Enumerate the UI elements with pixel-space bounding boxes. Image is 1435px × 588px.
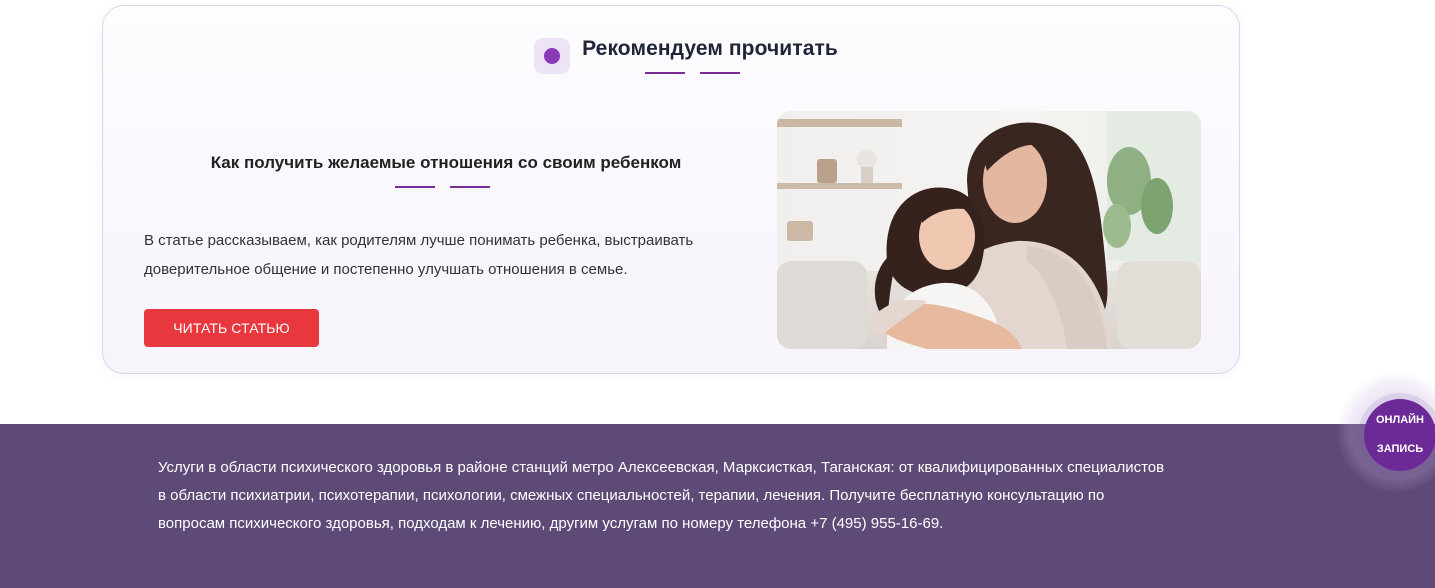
mother-and-daughter-photo — [777, 111, 1201, 349]
dot-icon-circle — [544, 47, 561, 64]
title-divider — [645, 72, 740, 74]
article-title: Как получить желаемые отношения со своим… — [210, 153, 682, 172]
divider-line-right — [700, 72, 740, 74]
dot-icon — [534, 37, 571, 74]
online-booking-label-line2: ЗАПИСЬ — [1376, 443, 1424, 455]
footer-services-text: Услуги в области психического здоровья в… — [158, 459, 1165, 532]
card-header: Рекомендуем прочитать — [103, 34, 1239, 74]
online-booking-label-line1: ОНЛАЙН — [1375, 414, 1424, 426]
divider-line-left — [645, 72, 685, 74]
recommended-reading-card: Рекомендуем прочитать Как получить желае… — [102, 5, 1240, 374]
online-booking-button[interactable]: ОНЛАЙН ЗАПИСЬ — [1364, 399, 1435, 471]
article-description: В статье рассказываем, как родителям луч… — [144, 232, 694, 278]
read-article-button[interactable]: ЧИТАТЬ СТАТЬЮ — [144, 309, 319, 347]
page: Рекомендуем прочитать Как получить желае… — [0, 0, 1435, 588]
footer: Услуги в области психического здоровья в… — [0, 424, 1435, 588]
section-title: Рекомендуем прочитать — [582, 37, 838, 60]
article-divider — [395, 186, 490, 188]
divider-line-right — [450, 186, 490, 188]
photo-illustration — [777, 111, 1201, 349]
divider-line-left — [395, 186, 435, 188]
